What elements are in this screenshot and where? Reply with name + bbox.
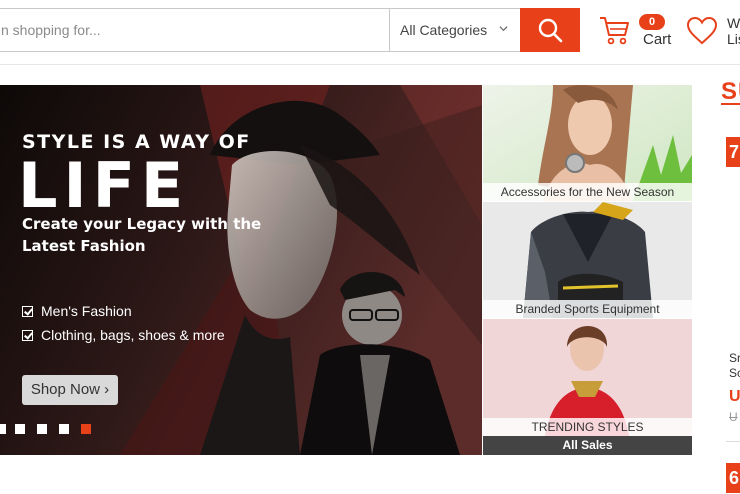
product-price: U (729, 388, 740, 405)
chevron-down-icon (499, 26, 508, 32)
search-input[interactable] (0, 9, 390, 51)
discount-badge: 6 (726, 463, 740, 493)
search-field[interactable] (0, 8, 390, 52)
wishlist-label-line1: W (727, 15, 740, 31)
cart-icon (600, 17, 629, 45)
hero-feature-item: Clothing, bags, shoes & more (22, 327, 225, 343)
cart-button[interactable]: 0 Cart (596, 10, 676, 52)
sidebar-title-underline (721, 103, 740, 105)
promo-tile-trending[interactable]: TRENDING STYLES All Sales (483, 319, 692, 455)
carousel-dot[interactable] (37, 424, 47, 434)
category-select-value: All Categories (400, 22, 488, 38)
all-sales-link[interactable]: All Sales (483, 436, 692, 455)
hero-feature-label: Men's Fashion (41, 303, 132, 319)
heart-icon (686, 16, 718, 45)
page: All Categories 0 Cart W Lis (0, 0, 740, 494)
promo-tile-accessories[interactable]: Accessories for the New Season (483, 85, 692, 201)
wishlist-label-line2: Lis (727, 31, 740, 47)
checkbox-icon (22, 329, 33, 341)
search-button[interactable] (520, 8, 580, 52)
hero-subheadline: Create your Legacy with the Latest Fashi… (22, 215, 262, 255)
cart-count-badge: 0 (639, 14, 665, 30)
shop-now-button[interactable]: Shop Now › (22, 375, 118, 405)
promo-tile-caption: Branded Sports Equipment (483, 300, 692, 318)
hero-feature-label: Clothing, bags, shoes & more (41, 327, 225, 343)
sidebar-section-title: SU (721, 78, 740, 105)
search-icon (538, 18, 563, 43)
carousel-dot-active[interactable] (81, 424, 91, 434)
cart-label: Cart (643, 31, 672, 48)
promo-tile-sports[interactable]: Branded Sports Equipment (483, 202, 692, 318)
product-title-line[interactable]: Sr (729, 351, 740, 365)
promo-tile-caption: Accessories for the New Season (483, 183, 692, 201)
product-title-line[interactable]: Sc (729, 366, 740, 380)
header-divider (0, 64, 740, 65)
category-select[interactable]: All Categories (389, 8, 521, 52)
wishlist-button[interactable]: W Lis (684, 10, 740, 52)
sidebar-divider (726, 441, 740, 442)
promo-tile-caption: TRENDING STYLES (483, 418, 692, 436)
carousel-dot[interactable] (0, 424, 6, 434)
discount-badge: 7 (726, 137, 740, 167)
carousel-dot[interactable] (59, 424, 69, 434)
hero-headline: LIFE (18, 149, 190, 222)
product-old-price: U (729, 410, 738, 424)
carousel-dot[interactable] (15, 424, 25, 434)
checkbox-icon (22, 305, 33, 317)
hero-banner[interactable]: STYLE IS A WAY OF LIFE Create your Legac… (0, 85, 482, 455)
hero-feature-item: Men's Fashion (22, 303, 132, 319)
